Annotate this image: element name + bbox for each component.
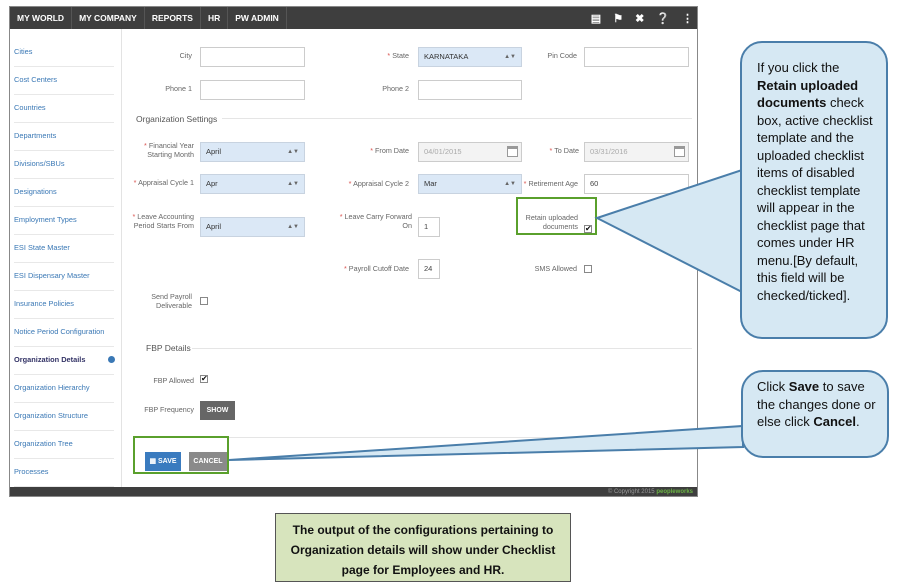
- carry-forward-label: * Leave Carry Forward On: [339, 212, 412, 230]
- sidebar-item-divisions[interactable]: Divisions/SBUs: [14, 151, 114, 179]
- phone2-label: Phone 2: [382, 84, 409, 93]
- payroll-deliverable-label: Send Payroll Deliverable: [151, 292, 192, 310]
- sms-checkbox[interactable]: [584, 265, 592, 273]
- phone2-field[interactable]: [418, 80, 522, 100]
- calendar-icon[interactable]: [507, 146, 518, 157]
- sidebar-item-designations[interactable]: Designations: [14, 179, 114, 207]
- pincode-label: Pin Code: [547, 51, 577, 60]
- sidebar-item-esi-state[interactable]: ESI State Master: [14, 235, 114, 263]
- sidebar-item-cost-centers[interactable]: Cost Centers: [14, 67, 114, 95]
- sidebar-item-cities[interactable]: Cities: [14, 39, 114, 67]
- book-icon[interactable]: ▤: [591, 12, 601, 25]
- state-label: * State: [387, 51, 409, 60]
- share-icon[interactable]: ⋮: [682, 12, 693, 25]
- sidebar: Cities Cost Centers Countries Department…: [10, 29, 122, 487]
- appraisal1-select[interactable]: Apr ▲▼: [200, 174, 305, 194]
- city-field[interactable]: [200, 47, 305, 67]
- nav-reports[interactable]: REPORTS: [145, 7, 201, 29]
- org-settings-title: Organization Settings: [136, 114, 218, 124]
- fbp-allowed-checkbox[interactable]: ✔: [200, 375, 208, 383]
- top-icons: ▤ ⚑ ✖ ❔ ⋮: [591, 7, 693, 29]
- sidebar-item-organization-hierarchy[interactable]: Organization Hierarchy: [14, 375, 114, 403]
- fbp-frequency-label: FBP Frequency: [144, 405, 194, 414]
- nav-pw-admin[interactable]: PW ADMIN: [228, 7, 287, 29]
- state-select[interactable]: KARNATAKA ▲▼: [418, 47, 522, 67]
- app-window: MY WORLD MY COMPANY REPORTS HR PW ADMIN …: [9, 6, 698, 497]
- sidebar-item-organization-structure[interactable]: Organization Structure: [14, 403, 114, 431]
- fy-select[interactable]: April ▲▼: [200, 142, 305, 162]
- brand-logo: peopleworks: [656, 489, 693, 495]
- leave-period-label: * Leave Accounting Period Starts From: [132, 212, 194, 230]
- main-form: City * State KARNATAKA ▲▼ Pin Code Phone …: [122, 29, 697, 487]
- retirement-field[interactable]: 60: [584, 174, 689, 194]
- nav-my-world[interactable]: MY WORLD: [10, 7, 73, 29]
- select-arrow-icon: ▲▼: [287, 224, 299, 230]
- help-icon[interactable]: ❔: [656, 12, 670, 25]
- expand-icon[interactable]: [108, 356, 115, 363]
- top-navigation-bar: MY WORLD MY COMPANY REPORTS HR PW ADMIN …: [10, 7, 697, 29]
- from-date-label: * From Date: [370, 146, 409, 155]
- calendar-icon[interactable]: [674, 146, 685, 157]
- sms-label: SMS Allowed: [534, 264, 577, 273]
- fy-label: * Financial Year Starting Month: [144, 141, 194, 159]
- sidebar-item-organization-tree[interactable]: Organization Tree: [14, 431, 114, 459]
- retirement-label: * Retirement Age: [523, 179, 578, 188]
- cutoff-label: * Payroll Cutoff Date: [344, 264, 409, 273]
- to-date-label: * To Date: [549, 146, 579, 155]
- select-arrow-icon: ▲▼: [504, 181, 516, 187]
- fbp-title: FBP Details: [146, 343, 191, 353]
- to-date-field[interactable]: 03/31/2016: [584, 142, 689, 162]
- leave-period-select[interactable]: April ▲▼: [200, 217, 305, 237]
- cutoff-field[interactable]: 24: [418, 259, 440, 279]
- buttons-highlight: [133, 436, 229, 474]
- sidebar-item-departments[interactable]: Departments: [14, 123, 114, 151]
- from-date-field[interactable]: 04/01/2015: [418, 142, 522, 162]
- payroll-deliverable-checkbox[interactable]: [200, 297, 208, 305]
- note-box: The output of the configurations pertain…: [275, 513, 571, 582]
- sidebar-item-insurance[interactable]: Insurance Policies: [14, 291, 114, 319]
- show-button[interactable]: SHOW: [200, 401, 235, 420]
- sidebar-item-countries[interactable]: Countries: [14, 95, 114, 123]
- divider: [222, 118, 692, 119]
- select-arrow-icon: ▲▼: [504, 54, 516, 60]
- sidebar-item-notice-period[interactable]: Notice Period Configuration: [14, 319, 114, 347]
- copyright: © Copyright 2015 peopleworks: [607, 489, 693, 495]
- footer: © Copyright 2015 peopleworks: [10, 487, 697, 496]
- save-callout: Click Save to save the changes done or e…: [741, 370, 889, 458]
- divider: [192, 348, 692, 349]
- appraisal1-label: * Appraisal Cycle 1: [133, 178, 194, 187]
- sidebar-item-employment-types[interactable]: Employment Types: [14, 207, 114, 235]
- select-arrow-icon: ▲▼: [287, 149, 299, 155]
- nav-my-company[interactable]: MY COMPANY: [72, 7, 145, 29]
- sidebar-item-esi-dispensary[interactable]: ESI Dispensary Master: [14, 263, 114, 291]
- phone1-field[interactable]: [200, 80, 305, 100]
- nav-hr[interactable]: HR: [201, 7, 229, 29]
- retain-highlight: [516, 197, 597, 235]
- pin-icon[interactable]: ⚑: [613, 12, 623, 25]
- phone1-label: Phone 1: [165, 84, 192, 93]
- tools-icon[interactable]: ✖: [635, 12, 644, 25]
- select-arrow-icon: ▲▼: [287, 181, 299, 187]
- sidebar-item-processes[interactable]: Processes: [14, 459, 114, 487]
- sidebar-item-organization-details[interactable]: Organization Details: [14, 347, 115, 375]
- appraisal2-select[interactable]: Mar ▲▼: [418, 174, 522, 194]
- pincode-field[interactable]: [584, 47, 689, 67]
- appraisal2-label: * Appraisal Cycle 2: [348, 179, 409, 188]
- retain-callout: If you click the Retain uploaded documen…: [740, 41, 888, 339]
- city-label: City: [179, 51, 192, 60]
- sidebar-item-label: Organization Details: [14, 355, 86, 364]
- fbp-allowed-label: FBP Allowed: [153, 376, 194, 385]
- carry-forward-field[interactable]: 1: [418, 217, 440, 237]
